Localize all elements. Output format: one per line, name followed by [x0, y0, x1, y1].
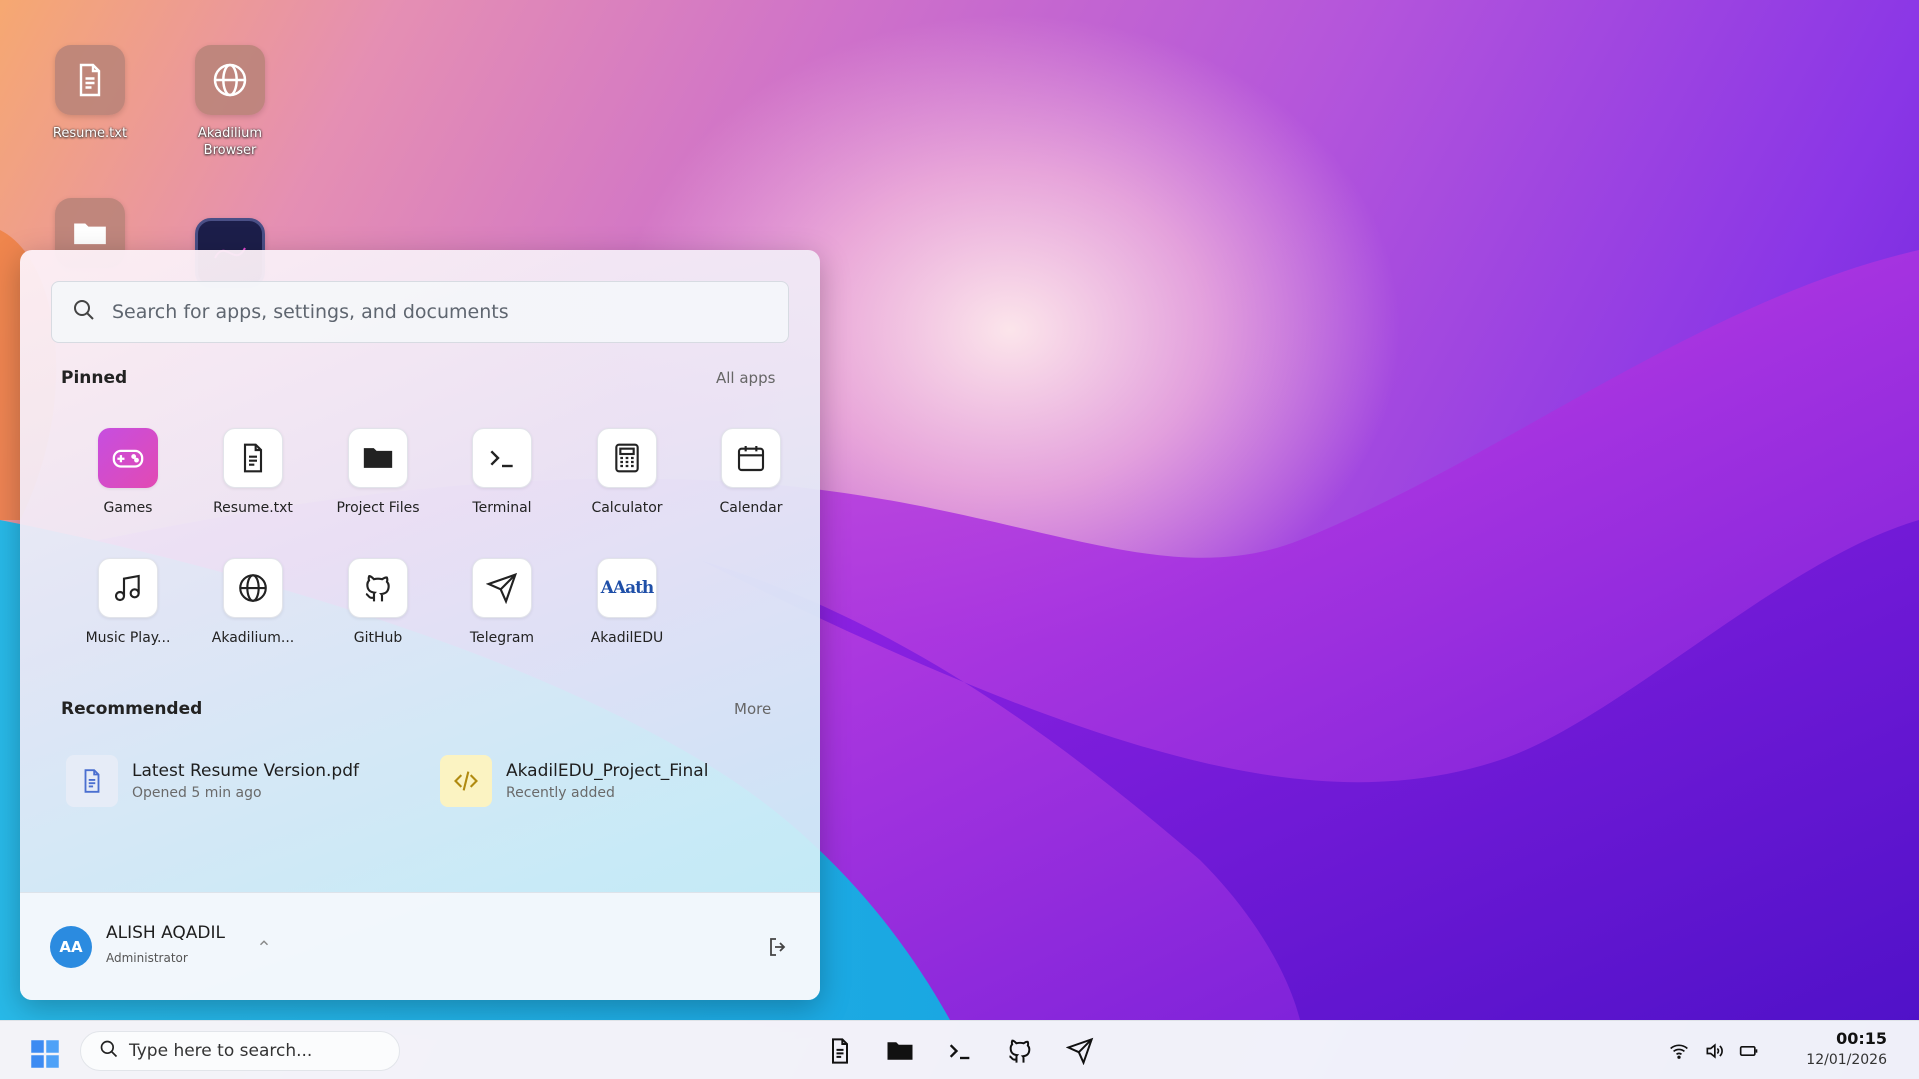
more-link[interactable]: More: [734, 700, 771, 718]
gamepad-icon: [98, 428, 158, 488]
document-icon: [66, 755, 118, 807]
chevron-up-icon[interactable]: [257, 935, 271, 954]
user-role: Administrator: [106, 951, 188, 965]
pinned-app-calculator[interactable]: Calculator: [572, 428, 682, 516]
calendar-icon: [721, 428, 781, 488]
akadiledu-icon: AAath: [597, 558, 657, 618]
pinned-app-label: Telegram: [469, 630, 535, 646]
taskbar-clock[interactable]: 00:15 12/01/2026: [1806, 1029, 1887, 1068]
taskbar-app-terminal[interactable]: [942, 1033, 978, 1069]
clock-date: 12/01/2026: [1806, 1052, 1887, 1068]
pinned-app-label: Terminal: [472, 500, 532, 516]
github-icon: [348, 558, 408, 618]
pinned-app-akadiledu[interactable]: AAath AkadilEDU: [572, 558, 682, 646]
folder-icon: [887, 1042, 913, 1060]
start-button[interactable]: [30, 1039, 60, 1073]
clock-time: 00:15: [1836, 1029, 1887, 1048]
search-placeholder: Search for apps, settings, and documents: [112, 301, 509, 323]
taskbar-search-input[interactable]: Type here to search...: [80, 1031, 400, 1071]
pinned-app-telegram[interactable]: Telegram: [447, 558, 557, 646]
pinned-app-label: AkadilEDU: [590, 630, 664, 646]
pinned-title: Pinned: [61, 368, 128, 388]
search-icon: [99, 1039, 119, 1063]
volume-icon[interactable]: [1703, 1041, 1725, 1065]
recommended-item-subtitle: Recently added: [506, 785, 615, 801]
start-menu-footer: AA ALISH AQADIL Administrator: [20, 892, 820, 1000]
taskbar-app-files[interactable]: [882, 1033, 918, 1069]
music-icon: [98, 558, 158, 618]
taskbar-app-telegram[interactable]: [1062, 1033, 1098, 1069]
pinned-app-github[interactable]: GitHub: [323, 558, 433, 646]
all-apps-link[interactable]: All apps: [716, 369, 775, 387]
recommended-item[interactable]: AkadilEDU_Project_Final Recently added: [440, 755, 708, 807]
globe-icon: [223, 558, 283, 618]
desktop-icon-label: Akadilium Browser: [197, 126, 263, 158]
globe-icon: [195, 45, 265, 115]
send-icon: [472, 558, 532, 618]
pinned-app-calendar[interactable]: Calendar: [696, 428, 806, 516]
avatar[interactable]: AA: [50, 926, 92, 968]
desktop-icon-browser[interactable]: Akadilium Browser: [170, 45, 290, 159]
pinned-app-label: GitHub: [353, 630, 403, 646]
start-menu: Search for apps, settings, and documents…: [20, 250, 820, 1000]
wifi-icon[interactable]: [1668, 1041, 1690, 1065]
pinned-app-label: Akadilium...: [211, 630, 295, 646]
taskbar-app-github[interactable]: [1002, 1033, 1038, 1069]
pinned-app-label: Project Files: [336, 500, 420, 516]
desktop-icon-label: Resume.txt: [52, 126, 128, 141]
user-name[interactable]: ALISH AQADIL: [106, 923, 225, 943]
pinned-app-label: Music Play...: [85, 630, 171, 646]
send-icon: [1066, 1037, 1094, 1065]
code-icon: [440, 755, 492, 807]
document-icon: [223, 428, 283, 488]
taskbar-app-resume[interactable]: [822, 1033, 858, 1069]
pinned-app-music-player[interactable]: Music Play...: [73, 558, 183, 646]
pinned-app-resume[interactable]: Resume.txt: [198, 428, 308, 516]
pinned-app-label: Resume.txt: [213, 500, 293, 516]
pinned-app-label: Games: [103, 500, 153, 516]
battery-icon[interactable]: [1738, 1041, 1760, 1065]
recommended-item-subtitle: Opened 5 min ago: [132, 785, 262, 801]
taskbar-search-placeholder: Type here to search...: [129, 1041, 313, 1061]
pinned-app-label: Calendar: [719, 500, 783, 516]
pinned-app-terminal[interactable]: Terminal: [447, 428, 557, 516]
search-icon: [72, 298, 96, 326]
akadiledu-logo-text: AAath: [600, 578, 655, 598]
pinned-app-games[interactable]: Games: [73, 428, 183, 516]
recommended-title: Recommended: [61, 699, 203, 719]
recommended-item-title: Latest Resume Version.pdf: [132, 761, 359, 781]
desktop-icon-resume[interactable]: Resume.txt: [30, 45, 150, 142]
terminal-icon: [472, 428, 532, 488]
folder-icon: [348, 428, 408, 488]
document-icon: [832, 1038, 848, 1064]
pinned-app-akadilium-browser[interactable]: Akadilium...: [198, 558, 308, 646]
document-icon: [55, 45, 125, 115]
pinned-app-label: Calculator: [591, 500, 663, 516]
pinned-app-project-files[interactable]: Project Files: [323, 428, 433, 516]
recommended-item-title: AkadilEDU_Project_Final: [506, 761, 709, 781]
terminal-icon: [949, 1044, 970, 1060]
taskbar: Type here to search... 00:15 12/01/2026: [0, 1020, 1919, 1079]
github-icon: [1009, 1039, 1031, 1063]
recommended-item[interactable]: Latest Resume Version.pdf Opened 5 min a…: [66, 755, 359, 807]
start-search-box[interactable]: Search for apps, settings, and documents: [51, 281, 789, 343]
calculator-icon: [597, 428, 657, 488]
sign-out-icon[interactable]: [766, 935, 790, 963]
